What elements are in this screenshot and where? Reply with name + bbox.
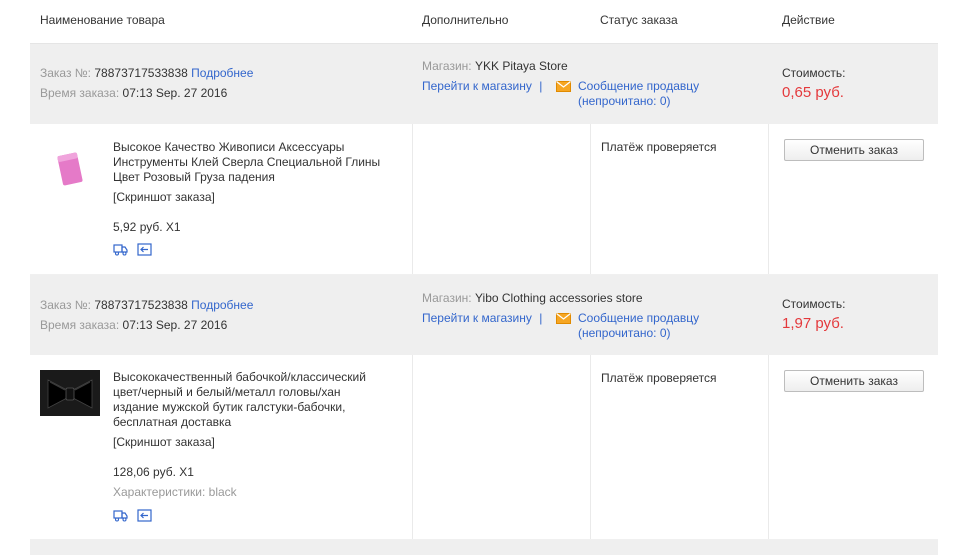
order-details-link[interactable]: Подробнее [191,66,253,80]
order-number-line: Заказ №: 78873717533838 Подробнее [40,66,253,80]
shop-line: Магазин: Yibo Clothing accessories store [422,291,643,305]
order-number-label: Заказ №: [40,298,92,312]
order-time-line: Время заказа: 07:13 Sep. 27 2016 [40,86,227,100]
envelope-icon[interactable] [556,81,571,92]
order-screenshot-link[interactable]: [Скриншот заказа] [113,190,215,204]
shop-actions: Перейти к магазину | [422,311,546,325]
envelope-icon[interactable] [556,313,571,324]
separator: | [539,311,543,325]
unread-count[interactable]: (непрочитано: 0) [578,326,671,340]
order-number: 78873717523838 [94,298,188,312]
order-time: 07:13 Sep. 27 2016 [122,86,228,100]
product-title[interactable]: Высокое Качество Живописи Аксессуары Инс… [113,140,380,185]
separator: | [539,79,543,93]
shop-actions: Перейти к магазину | [422,79,546,93]
unread-prefix: (непрочитано: [578,94,657,108]
shop-line: Магазин: YKK Pitaya Store [422,59,568,73]
cost-label: Стоимость: [782,66,846,80]
order-header: Заказ №: 78873717523838 Подробнее Время … [30,275,938,355]
order-item: Высокое Качество Живописи Аксессуары Инс… [30,124,938,275]
truck-icon[interactable] [113,243,128,256]
order-cost: 1,97 руб. [782,315,844,332]
product-title-line: бесплатная доставка [113,415,232,429]
product-title-line: Высокое Качество Живописи Аксессуары [113,140,345,154]
characteristics-label: Характеристики: [113,485,206,499]
order-time: 07:13 Sep. 27 2016 [122,318,228,332]
product-title-line: Инструменты Клей Сверла Специальной Глин… [113,155,381,169]
characteristics-value: black [208,485,237,499]
order-status: Платёж проверяется [601,371,717,385]
col-status-header: Статус заказа [600,13,678,27]
price-quantity: 5,92 руб. X1 [113,220,181,234]
truck-icon[interactable] [113,509,128,522]
unread-number: 0 [659,326,667,340]
unread-suffix: ) [666,326,671,340]
orders-table: Наименование товара Дополнительно Статус… [30,0,938,555]
order-screenshot-link[interactable]: [Скриншот заказа] [113,435,215,449]
return-icon[interactable] [137,509,152,522]
unread-suffix: ) [666,94,671,108]
order-time-line: Время заказа: 07:13 Sep. 27 2016 [40,318,227,332]
message-seller-link[interactable]: Сообщение продавцу [578,311,699,325]
cost-label: Стоимость: [782,297,846,311]
product-title-line: Высококачественный бабочкой/классический [113,370,366,384]
order-number-line: Заказ №: 78873717523838 Подробнее [40,298,253,312]
product-title-line: издание мужской бутик галстуки-бабочки, [113,400,346,414]
product-title-line: Цвет Розовый Груза падения [113,170,275,184]
product-thumbnail[interactable] [40,370,100,416]
message-seller-link[interactable]: Сообщение продавцу [578,79,699,93]
order-details-link[interactable]: Подробнее [191,298,253,312]
price-quantity: 128,06 руб. X1 [113,465,194,479]
order-cost: 0,65 руб. [782,84,844,101]
cancel-order-button[interactable]: Отменить заказ [784,139,924,161]
characteristics-line: Характеристики: black [113,485,237,499]
shop-label: Магазин: [422,59,472,73]
order-number: 78873717533838 [94,66,188,80]
shop-name: YKK Pitaya Store [474,59,568,73]
cancel-order-button[interactable]: Отменить заказ [784,370,924,392]
go-to-shop-link[interactable]: Перейти к магазину [422,311,532,325]
shop-label: Магазин: [422,291,472,305]
order-status: Платёж проверяется [601,140,717,154]
unread-number: 0 [659,94,667,108]
order-time-label: Время заказа: [40,86,120,100]
go-to-shop-link[interactable]: Перейти к магазину [422,79,532,93]
next-order-header [30,540,938,555]
unread-count[interactable]: (непрочитано: 0) [578,94,671,108]
table-header: Наименование товара Дополнительно Статус… [30,0,938,44]
col-action-header: Действие [782,13,835,27]
product-title-line: цвет/черный и белый/металл головы/хан [113,385,341,399]
product-thumbnail[interactable] [40,146,100,192]
return-icon[interactable] [137,243,152,256]
order-item: Высококачественный бабочкой/классический… [30,355,938,540]
col-product-header: Наименование товара [40,13,165,27]
order-time-label: Время заказа: [40,318,120,332]
order-number-label: Заказ №: [40,66,92,80]
order-header: Заказ №: 78873717533838 Подробнее Время … [30,44,938,124]
product-title[interactable]: Высококачественный бабочкой/классический… [113,370,366,430]
unread-prefix: (непрочитано: [578,326,657,340]
shop-name: Yibo Clothing accessories store [474,291,643,305]
col-extra-header: Дополнительно [422,13,509,27]
